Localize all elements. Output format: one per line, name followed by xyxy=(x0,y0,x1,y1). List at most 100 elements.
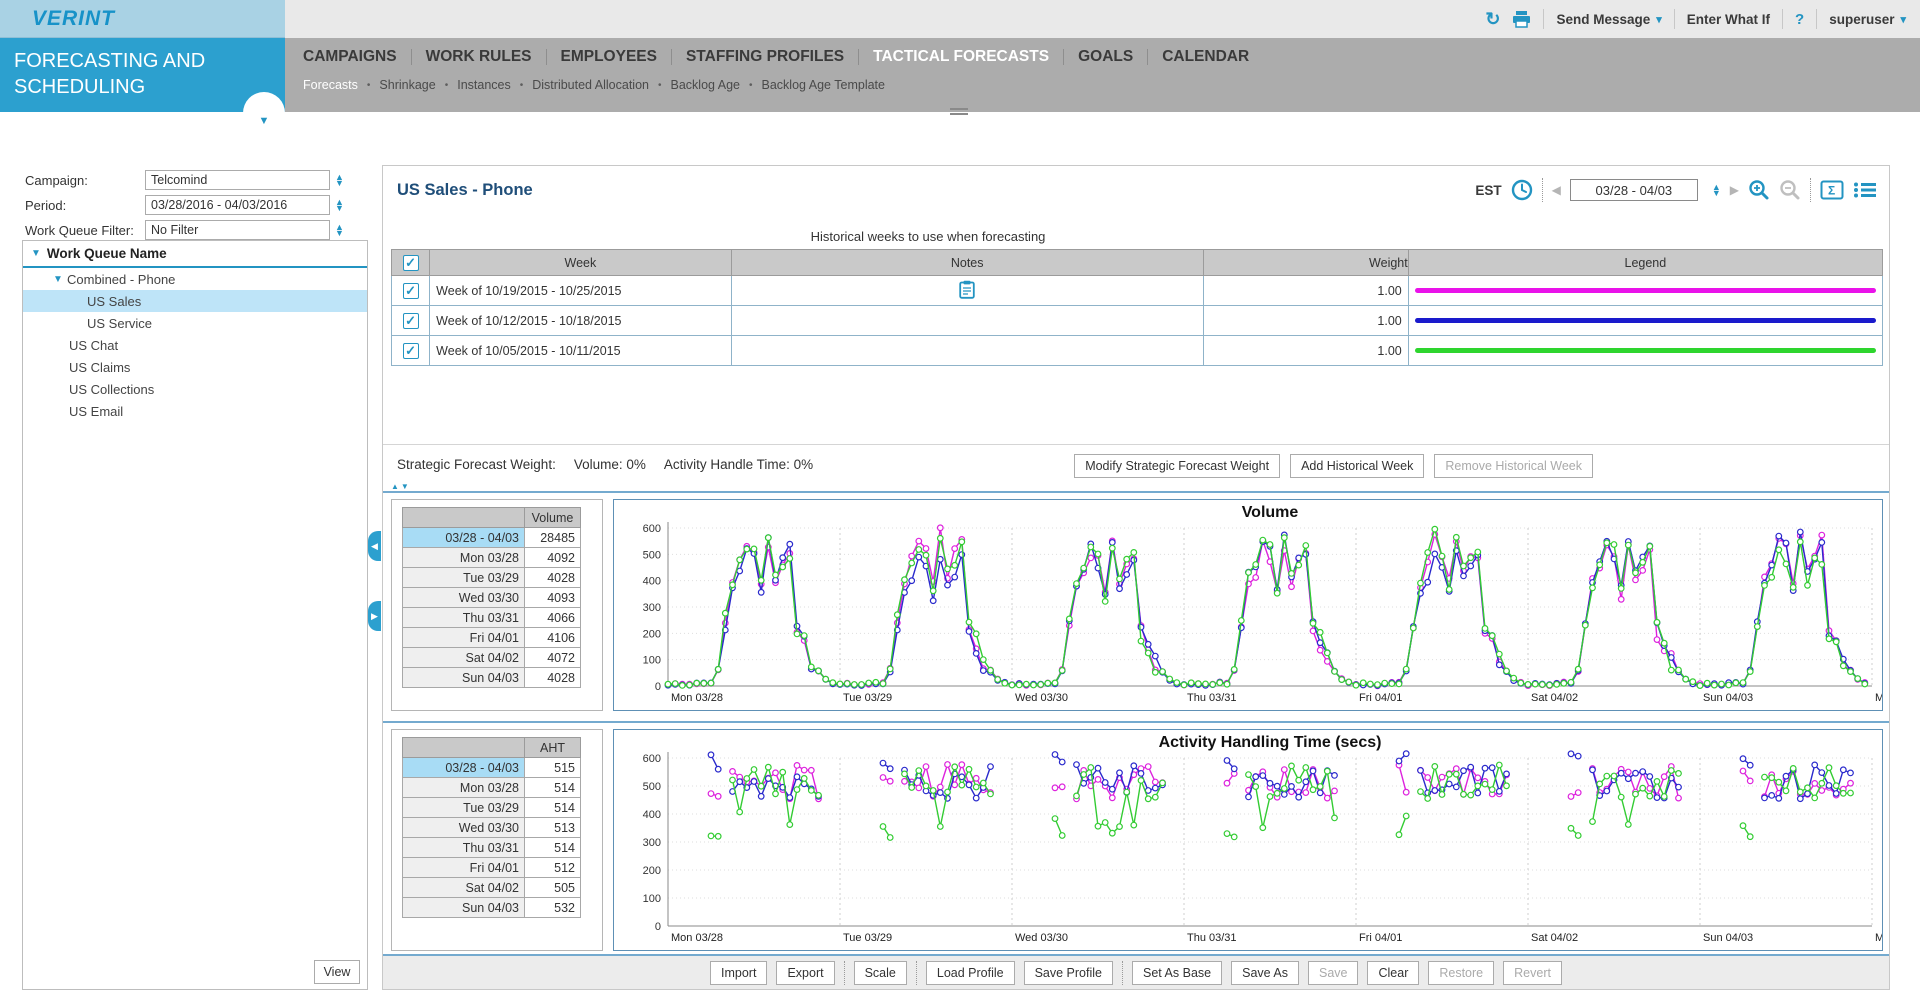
save-as-button[interactable]: Save As xyxy=(1231,961,1299,985)
select-all-checkbox[interactable]: ✓ xyxy=(403,255,419,271)
row-checkbox-cell: ✓ xyxy=(392,276,430,306)
mini-row-label[interactable]: Wed 03/30 xyxy=(403,588,525,608)
row-checkbox[interactable]: ✓ xyxy=(403,313,419,329)
tree-item-us-service[interactable]: US Service xyxy=(23,312,367,334)
mini-row-value[interactable]: 4093 xyxy=(525,588,581,608)
nav-item-calendar[interactable]: CALENDAR xyxy=(1148,48,1263,66)
totals-sigma-icon[interactable]: Σ xyxy=(1820,180,1844,200)
tree-header[interactable]: ▼ Work Queue Name xyxy=(23,241,367,268)
collapse-left-tab[interactable]: ◀ xyxy=(368,531,381,561)
list-view-icon[interactable] xyxy=(1853,181,1877,199)
table-row: ✓Week of 10/05/2015 - 10/11/20151.00 xyxy=(392,336,1883,366)
mini-row-label[interactable]: Fri 04/01 xyxy=(403,628,525,648)
modify-strategic-forecast-weight-button[interactable]: Modify Strategic Forecast Weight xyxy=(1074,454,1280,478)
mini-row-value[interactable]: 505 xyxy=(525,878,581,898)
mini-row-label[interactable]: Sat 04/02 xyxy=(403,878,525,898)
mini-row-label[interactable]: Tue 03/29 xyxy=(403,568,525,588)
splitter-collapse-handle[interactable]: ▲▼ xyxy=(391,482,411,491)
mini-row-value[interactable]: 512 xyxy=(525,858,581,878)
mini-row-value[interactable]: 515 xyxy=(525,758,581,778)
mini-row-label[interactable]: Sun 04/03 xyxy=(403,898,525,918)
mini-row-label[interactable]: 03/28 - 04/03 xyxy=(403,758,525,778)
subnav-item-shrinkage[interactable]: Shrinkage xyxy=(379,78,435,92)
mini-row-label[interactable]: Mon 03/28 xyxy=(403,548,525,568)
prev-week-arrow-icon[interactable]: ◀ xyxy=(1552,183,1561,197)
save-profile-button[interactable]: Save Profile xyxy=(1024,961,1113,985)
mini-row-value[interactable]: 514 xyxy=(525,838,581,858)
nav-item-employees[interactable]: EMPLOYEES xyxy=(547,48,671,66)
subnav-item-distributed-allocation[interactable]: Distributed Allocation xyxy=(532,78,649,92)
clock-icon[interactable] xyxy=(1511,179,1533,201)
nav-item-staffing-profiles[interactable]: STAFFING PROFILES xyxy=(672,48,858,66)
add-historical-week-button[interactable]: Add Historical Week xyxy=(1290,454,1424,478)
mini-row-value[interactable]: 4106 xyxy=(525,628,581,648)
row-checkbox[interactable]: ✓ xyxy=(403,343,419,359)
mini-row-value[interactable]: 4028 xyxy=(525,668,581,688)
mini-row-value[interactable]: 28485 xyxy=(525,528,581,548)
tree-item-combined-phone[interactable]: ▼Combined - Phone xyxy=(23,268,367,290)
user-menu[interactable]: superuser ▾ xyxy=(1829,12,1906,27)
view-button[interactable]: View xyxy=(314,960,360,984)
nav-item-campaigns[interactable]: CAMPAIGNS xyxy=(303,48,411,66)
nav-item-work-rules[interactable]: WORK RULES xyxy=(412,48,546,66)
subnav-item-instances[interactable]: Instances xyxy=(457,78,511,92)
next-week-arrow-icon[interactable]: ▶ xyxy=(1730,183,1739,197)
set-as-base-button[interactable]: Set As Base xyxy=(1132,961,1222,985)
mini-row-value[interactable]: 514 xyxy=(525,798,581,818)
tree-item-us-collections[interactable]: US Collections xyxy=(23,378,367,400)
workqueuefilter-input[interactable] xyxy=(145,220,330,240)
mini-row-label[interactable]: Sun 04/03 xyxy=(403,668,525,688)
clear-button[interactable]: Clear xyxy=(1367,961,1419,985)
splitter[interactable] xyxy=(383,491,1889,493)
campaign-input[interactable] xyxy=(145,170,330,190)
send-message-menu[interactable]: Send Message ▾ xyxy=(1556,12,1661,27)
mini-row-value[interactable]: 4092 xyxy=(525,548,581,568)
subnav-item-forecasts[interactable]: Forecasts xyxy=(303,78,358,92)
sidebar-collapse-toggle[interactable]: ▼ xyxy=(243,92,285,134)
tree-item-us-email[interactable]: US Email xyxy=(23,400,367,422)
mini-row-value[interactable]: 4028 xyxy=(525,568,581,588)
mini-row-label[interactable]: 03/28 - 04/03 xyxy=(403,528,525,548)
field-stepper[interactable]: ▲▼ xyxy=(335,224,344,236)
svg-text:200: 200 xyxy=(643,865,661,877)
nav-item-goals[interactable]: GOALS xyxy=(1064,48,1147,66)
row-checkbox[interactable]: ✓ xyxy=(403,283,419,299)
expand-right-tab[interactable]: ▶ xyxy=(368,601,381,631)
refresh-icon[interactable]: ↻ xyxy=(1485,9,1500,30)
date-range-stepper[interactable]: ▲▼ xyxy=(1712,184,1721,196)
load-profile-button[interactable]: Load Profile xyxy=(926,961,1015,985)
mini-row-value[interactable]: 514 xyxy=(525,778,581,798)
mini-row-label[interactable]: Thu 03/31 xyxy=(403,608,525,628)
mini-row-value[interactable]: 513 xyxy=(525,818,581,838)
period-input[interactable] xyxy=(145,195,330,215)
export-button[interactable]: Export xyxy=(776,961,834,985)
scale-button[interactable]: Scale xyxy=(854,961,907,985)
splitter[interactable] xyxy=(383,721,1889,723)
mini-row-label[interactable]: Tue 03/29 xyxy=(403,798,525,818)
mini-row-value[interactable]: 532 xyxy=(525,898,581,918)
help-icon[interactable]: ? xyxy=(1795,11,1804,28)
print-icon[interactable] xyxy=(1512,11,1531,28)
tree-item-us-chat[interactable]: US Chat xyxy=(23,334,367,356)
mini-row-value[interactable]: 4066 xyxy=(525,608,581,628)
mini-row-label[interactable]: Thu 03/31 xyxy=(403,838,525,858)
mini-row-label[interactable]: Mon 03/28 xyxy=(403,778,525,798)
mini-row-value[interactable]: 4072 xyxy=(525,648,581,668)
note-icon[interactable] xyxy=(959,280,975,299)
enter-what-if-button[interactable]: Enter What If xyxy=(1687,12,1770,27)
mini-row-label[interactable]: Fri 04/01 xyxy=(403,858,525,878)
import-button[interactable]: Import xyxy=(710,961,767,985)
tree-item-us-claims[interactable]: US Claims xyxy=(23,356,367,378)
tree-item-us-sales[interactable]: US Sales xyxy=(23,290,367,312)
nav-item-tactical-forecasts[interactable]: TACTICAL FORECASTS xyxy=(859,48,1063,66)
mini-row-label[interactable]: Sat 04/02 xyxy=(403,648,525,668)
top-bar: ↻ Send Message ▾ Enter What If ? superus… xyxy=(0,0,1920,38)
field-stepper[interactable]: ▲▼ xyxy=(335,199,344,211)
mini-row-label[interactable]: Wed 03/30 xyxy=(403,818,525,838)
date-range-input[interactable] xyxy=(1570,179,1698,201)
nav-resize-handle[interactable] xyxy=(950,108,968,115)
subnav-item-backlog-age[interactable]: Backlog Age xyxy=(671,78,741,92)
subnav-item-backlog-age-template[interactable]: Backlog Age Template xyxy=(762,78,885,92)
zoom-in-icon[interactable] xyxy=(1748,179,1770,201)
field-stepper[interactable]: ▲▼ xyxy=(335,174,344,186)
